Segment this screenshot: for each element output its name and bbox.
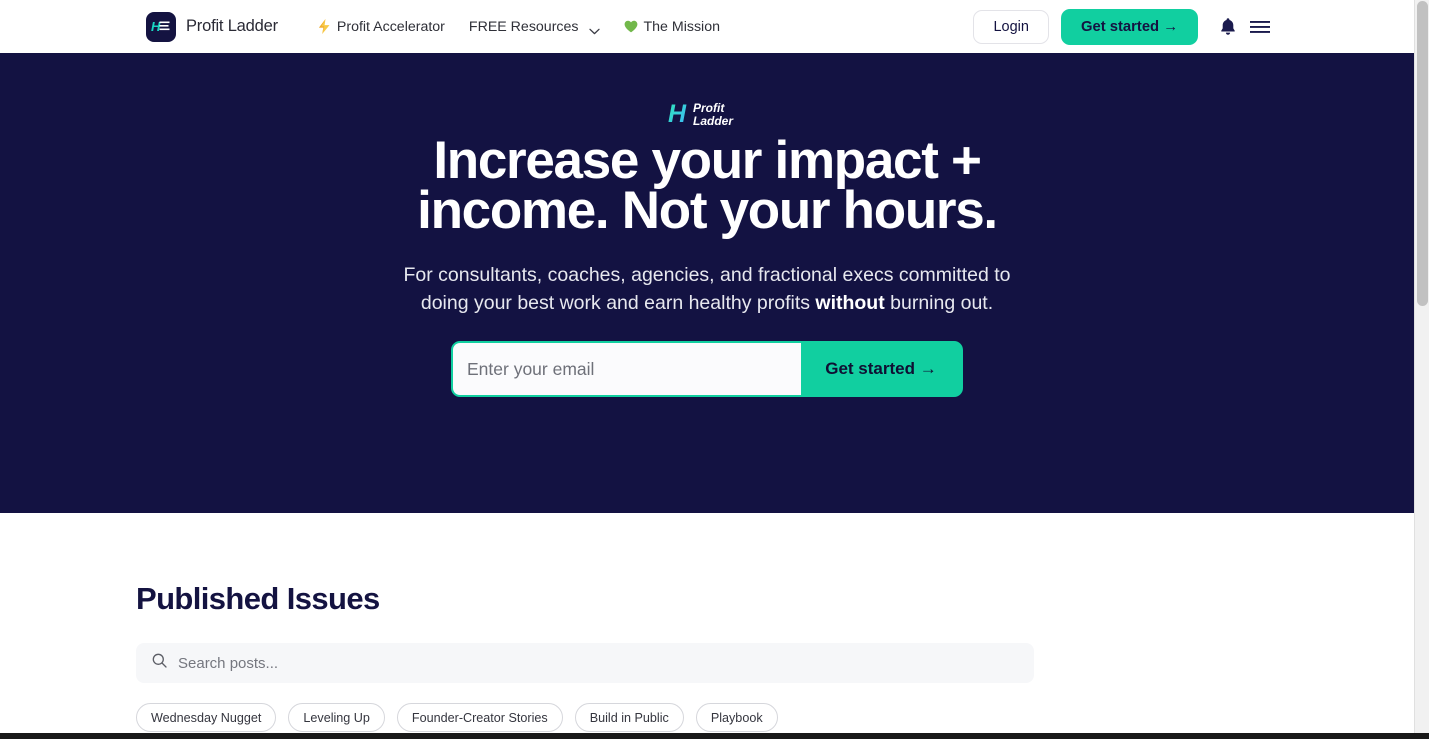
navbar-right-group: Login Get started → xyxy=(973,0,1272,53)
top-navigation-bar: H Profit Ladder Profit Accelerator FREE … xyxy=(0,0,1414,53)
published-issues-section: Published Issues Wednesday Nugget Leveli… xyxy=(0,513,1414,732)
navbar-left-group: H Profit Ladder Profit Accelerator FREE … xyxy=(146,11,732,42)
nav-item-label: FREE Resources xyxy=(468,18,579,35)
tag-leveling-up[interactable]: Leveling Up xyxy=(288,703,385,732)
search-input[interactable] xyxy=(178,654,1018,672)
hero-sub-line-1: For consultants, coaches, agencies, and … xyxy=(403,264,1011,286)
nav-item-label: Profit Accelerator xyxy=(336,18,445,35)
green-heart-icon xyxy=(624,20,638,33)
hero-profit-ladder-logo: H Profit Ladder xyxy=(667,53,747,128)
browser-bottom-bar xyxy=(0,733,1429,739)
tag-founder-creator-stories[interactable]: Founder-Creator Stories xyxy=(396,703,563,732)
svg-text:H: H xyxy=(668,100,687,128)
hero-headline: Increase your impact + income. Not your … xyxy=(0,134,1414,237)
brand-logo-link[interactable]: H Profit Ladder xyxy=(146,11,278,42)
tag-playbook[interactable]: Playbook xyxy=(695,703,778,732)
hero-sub-line-2-post: burning out. xyxy=(884,292,994,314)
profit-ladder-logo-icon: H xyxy=(146,11,176,42)
hamburger-menu-icon[interactable] xyxy=(1248,15,1272,39)
get-started-button[interactable]: Get started → xyxy=(1060,8,1198,45)
page-title: Published Issues xyxy=(136,581,380,616)
page-viewport: H Profit Ladder Profit Accelerator FREE … xyxy=(0,0,1414,733)
hero-sub-emphasis: without xyxy=(815,292,885,314)
tag-filter-list: Wednesday Nugget Leveling Up Founder-Cre… xyxy=(136,703,1278,732)
nav-item-profit-accelerator[interactable]: Profit Accelerator xyxy=(306,19,457,35)
email-signup-form: Get started → xyxy=(451,341,963,397)
nav-item-label: The Mission xyxy=(643,18,720,35)
issues-container: Published Issues Wednesday Nugget Leveli… xyxy=(136,513,1278,732)
nav-item-the-mission[interactable]: The Mission xyxy=(612,19,732,35)
search-posts-box[interactable] xyxy=(136,643,1034,683)
hero-subheadline: For consultants, coaches, agencies, and … xyxy=(0,261,1414,317)
nav-item-free-resources[interactable]: FREE Resources xyxy=(457,19,612,35)
hero-sub-line-2-pre: doing your best work and earn healthy pr… xyxy=(420,292,816,314)
svg-text:Ladder: Ladder xyxy=(693,114,734,128)
svg-text:Profit: Profit xyxy=(693,101,725,115)
search-icon xyxy=(152,653,167,673)
hero-get-started-button[interactable]: Get started → xyxy=(801,343,961,395)
tag-wednesday-nugget[interactable]: Wednesday Nugget xyxy=(136,703,277,732)
scrollbar-thumb[interactable] xyxy=(1417,1,1428,306)
hero-section: H Profit Ladder Increase your impact + i… xyxy=(0,53,1414,513)
email-input[interactable] xyxy=(453,343,801,395)
bell-icon[interactable] xyxy=(1216,15,1240,39)
tag-build-in-public[interactable]: Build in Public xyxy=(574,703,684,732)
chevron-down-icon xyxy=(588,23,600,35)
lightning-bolt-icon xyxy=(318,19,331,34)
vertical-scrollbar[interactable] xyxy=(1414,0,1429,733)
brand-name-label: Profit Ladder xyxy=(186,17,278,35)
hero-headline-line-2: income. Not your hours. xyxy=(417,181,998,240)
login-button[interactable]: Login xyxy=(973,9,1049,44)
